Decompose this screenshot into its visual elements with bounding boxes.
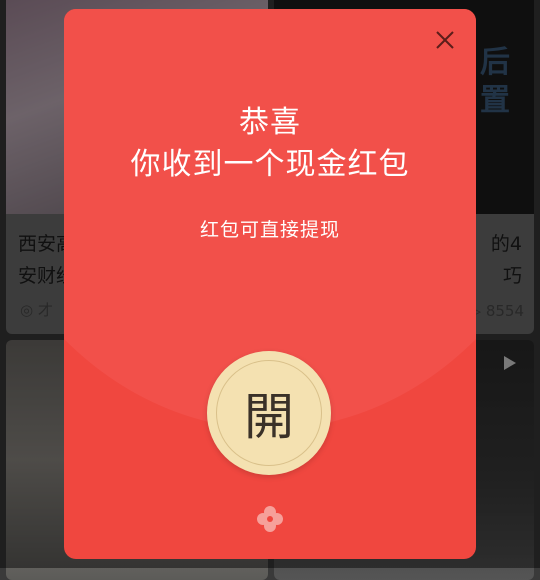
close-icon[interactable] xyxy=(434,29,456,51)
withdraw-subtitle: 红包可直接提现 xyxy=(199,219,340,241)
flower-logo-icon xyxy=(257,506,283,532)
cash-packet-title: 你收到一个现金红包 xyxy=(130,147,410,182)
red-packet-dialog: 恭喜 你收到一个现金红包 红包可直接提现 開 xyxy=(64,9,476,559)
congrats-title: 恭喜 xyxy=(239,105,301,140)
open-button-label: 開 xyxy=(244,388,294,446)
open-packet-button[interactable]: 開 xyxy=(207,351,331,475)
open-button-ring: 開 xyxy=(216,360,322,466)
